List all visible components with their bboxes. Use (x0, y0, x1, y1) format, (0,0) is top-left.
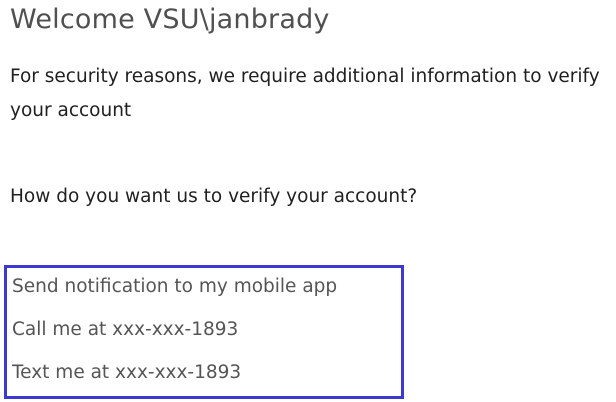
security-message: For security reasons, we require additio… (10, 66, 600, 121)
option-call-me[interactable]: Call me at xxx-xxx-1893 (12, 311, 401, 354)
verification-page: Welcome VSU\janbrady For security reason… (0, 0, 616, 402)
welcome-title: Welcome VSU\janbrady (10, 4, 330, 35)
option-mobile-app-notification[interactable]: Send notification to my mobile app (12, 268, 401, 311)
verification-options-list: Send notification to my mobile app Call … (4, 265, 404, 399)
option-text-me[interactable]: Text me at xxx-xxx-1893 (12, 354, 401, 397)
verify-question: How do you want us to verify your accoun… (10, 186, 418, 207)
